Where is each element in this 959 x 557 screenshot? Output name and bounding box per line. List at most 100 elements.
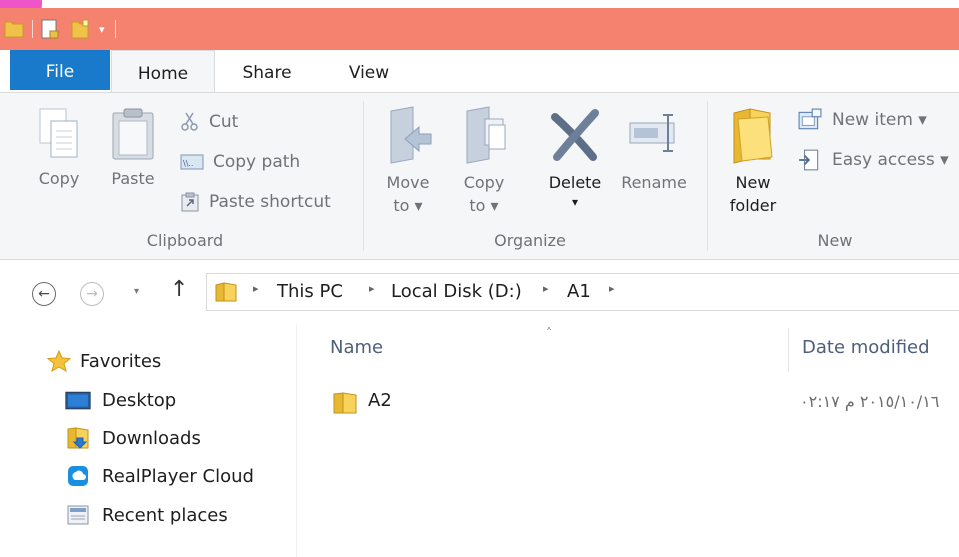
navigation-pane: Favorites Desktop Downloads RealPlayer C… xyxy=(0,324,298,557)
realplayer-cloud-label: RealPlayer Cloud xyxy=(102,465,254,487)
rename-label: Rename xyxy=(621,173,687,192)
chevron-right-icon[interactable]: ▸ xyxy=(543,282,549,295)
tab-home[interactable]: Home xyxy=(111,50,215,93)
copy-icon xyxy=(39,108,78,158)
folder-icon xyxy=(215,282,237,302)
svg-text:\\..: \\.. xyxy=(183,159,193,168)
scissors-icon xyxy=(181,112,198,131)
qat-separator xyxy=(114,20,116,38)
downloads-folder-icon xyxy=(67,427,89,449)
paste-shortcut-label: Paste shortcut xyxy=(209,192,331,212)
file-name: A2 xyxy=(368,390,392,411)
nav-downloads[interactable]: Downloads xyxy=(64,423,201,453)
column-header-name[interactable]: Name xyxy=(330,337,383,358)
forward-arrow-icon: → xyxy=(86,286,98,302)
tab-file[interactable]: File xyxy=(10,50,110,90)
ribbon-tabs: File Home Share View xyxy=(0,50,959,93)
nav-desktop[interactable]: Desktop xyxy=(64,385,176,415)
move-to-button[interactable]: Move to ▾ xyxy=(378,105,438,217)
paste-label: Paste xyxy=(111,169,155,188)
rename-icon xyxy=(629,114,675,152)
copy-to-label-2: to ▾ xyxy=(469,196,499,215)
easy-access-icon xyxy=(799,149,819,171)
move-to-label-2: to ▾ xyxy=(393,196,423,215)
delete-label: Delete xyxy=(548,173,602,192)
new-folder-icon xyxy=(733,108,773,164)
desktop-label: Desktop xyxy=(102,389,177,411)
file-date-modified: ٢٠١٥/١٠/١٦ م ٠٢:١٧ xyxy=(800,392,940,411)
group-separator xyxy=(707,101,708,251)
back-arrow-icon: ← xyxy=(38,286,50,302)
address-bar[interactable]: ▸ This PC ▸ Local Disk (D:) ▸ A1 ▸ xyxy=(206,273,959,311)
breadcrumb-this-pc[interactable]: This PC xyxy=(277,281,343,302)
qat-separator xyxy=(32,20,33,38)
cut-button[interactable]: Cut xyxy=(180,109,238,135)
nav-recent-places[interactable]: Recent places xyxy=(64,500,228,530)
copy-to-icon xyxy=(466,106,506,164)
paste-shortcut-button[interactable]: Paste shortcut xyxy=(180,189,331,215)
recent-locations-dropdown-icon[interactable]: ▾ xyxy=(134,286,139,297)
paste-shortcut-icon xyxy=(181,192,199,212)
column-divider[interactable] xyxy=(788,328,789,372)
copy-path-icon: \\.. xyxy=(180,154,204,170)
chevron-right-icon[interactable]: ▸ xyxy=(369,282,375,295)
quick-access-toolbar: ▾ xyxy=(4,16,124,42)
star-icon xyxy=(46,350,72,372)
copy-path-button[interactable]: \\.. Copy path xyxy=(180,149,300,175)
organize-group-label: Organize xyxy=(494,231,566,250)
chevron-right-icon[interactable]: ▸ xyxy=(609,282,615,295)
desktop-icon xyxy=(65,391,91,410)
title-bar: ▾ xyxy=(0,8,959,50)
delete-dropdown-arrow-icon[interactable]: ▾ xyxy=(540,194,610,210)
ribbon-home: Copy Paste Cut \\.. Copy path Paste shor… xyxy=(0,92,959,260)
chevron-right-icon[interactable]: ▸ xyxy=(253,282,259,295)
copy-label: Copy xyxy=(38,169,80,188)
properties-icon[interactable] xyxy=(41,19,59,39)
delete-button[interactable]: Delete ▾ xyxy=(540,105,610,210)
recent-places-icon xyxy=(67,505,89,525)
new-folder-button[interactable]: New folder xyxy=(720,105,786,217)
rename-button[interactable]: Rename xyxy=(614,105,694,194)
new-item-button[interactable]: New item ▾ xyxy=(797,107,927,133)
copy-to-label-1: Copy xyxy=(463,173,505,192)
breadcrumb-a1[interactable]: A1 xyxy=(567,281,591,302)
tab-share[interactable]: Share xyxy=(222,50,312,92)
file-row[interactable]: A2 ٢٠١٥/١٠/١٦ م ٠٢:١٧ xyxy=(322,386,959,420)
new-folder-icon[interactable] xyxy=(71,19,89,39)
address-row: ← → ▾ ↑ ▸ This PC ▸ Local Disk (D:) ▸ A1… xyxy=(0,262,959,324)
pane-divider xyxy=(296,324,297,557)
copy-button[interactable]: Copy xyxy=(32,107,86,190)
new-item-label: New item ▾ xyxy=(832,110,927,130)
column-header-date-modified[interactable]: Date modified xyxy=(802,337,930,358)
move-to-label-1: Move xyxy=(386,173,430,192)
move-to-icon xyxy=(390,106,432,164)
clipboard-paste-icon xyxy=(112,108,154,160)
nav-realplayer-cloud[interactable]: RealPlayer Cloud xyxy=(64,461,254,491)
new-folder-label-1: New xyxy=(735,173,771,192)
up-arrow-button[interactable]: ↑ xyxy=(170,277,188,302)
folder-icon xyxy=(333,392,357,414)
new-group-label: New xyxy=(817,231,853,250)
cut-label: Cut xyxy=(209,112,239,132)
forward-button[interactable]: → xyxy=(80,282,104,306)
copy-to-button[interactable]: Copy to ▾ xyxy=(454,105,514,217)
clipboard-group-label: Clipboard xyxy=(146,231,224,250)
easy-access-label: Easy access ▾ xyxy=(832,150,949,170)
customize-qat-arrow-icon[interactable]: ▾ xyxy=(99,23,105,36)
favorites-label: Favorites xyxy=(80,350,162,372)
nav-favorites[interactable]: Favorites xyxy=(46,346,161,376)
copy-path-label: Copy path xyxy=(213,152,301,172)
sort-ascending-icon: ˄ xyxy=(546,326,552,340)
tab-view[interactable]: View xyxy=(330,50,408,92)
back-button[interactable]: ← xyxy=(32,282,56,306)
group-separator xyxy=(363,101,364,251)
realplayer-cloud-icon xyxy=(68,466,88,486)
recent-places-label: Recent places xyxy=(102,504,228,526)
paste-button[interactable]: Paste xyxy=(106,107,160,190)
new-folder-label-2: folder xyxy=(729,196,777,215)
delete-x-icon xyxy=(551,109,599,161)
easy-access-button[interactable]: Easy access ▾ xyxy=(797,147,949,173)
folder-icon[interactable] xyxy=(4,20,24,38)
breadcrumb-local-disk[interactable]: Local Disk (D:) xyxy=(391,281,522,302)
downloads-label: Downloads xyxy=(102,427,201,449)
